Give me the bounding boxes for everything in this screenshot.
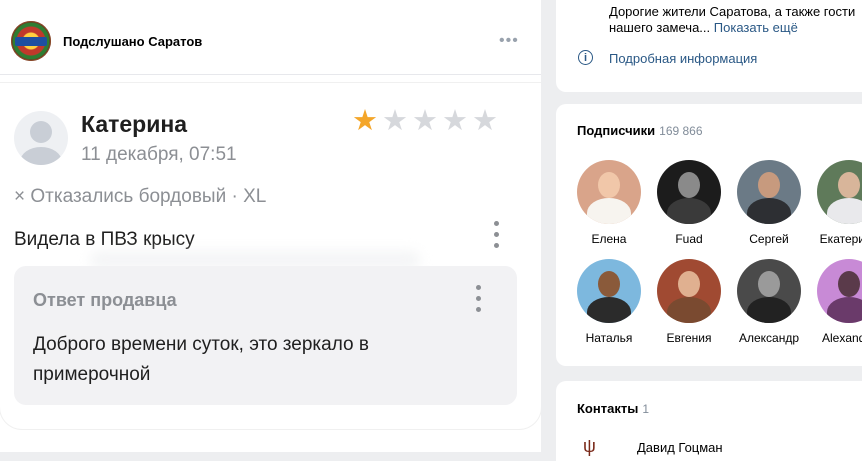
- review-date: 11 декабря, 07:51: [81, 144, 237, 165]
- subscriber-item[interactable]: Евгения: [649, 259, 729, 345]
- review-screenshot: Катерина 11 декабря, 07:51 ★ ★ ★ ★ ★ × Отказ…: [0, 83, 541, 429]
- seller-answer-box: Ответ продавца Доброго времени суток, эт…: [14, 266, 517, 405]
- reviewer-avatar: [14, 111, 68, 165]
- contact-name[interactable]: Давид Гоцман: [637, 440, 723, 455]
- info-icon: i: [578, 50, 593, 65]
- subscriber-name: Екатерина: [819, 232, 862, 246]
- details-link[interactable]: Подробная информация: [609, 51, 757, 66]
- subscriber-avatar: [817, 259, 862, 323]
- star-empty-icon: ★: [472, 105, 498, 137]
- group-logo-banner: [15, 37, 47, 46]
- subscribers-card: Подписчики 169 866 Елена Fuad Сергей Екат…: [556, 104, 862, 366]
- subscribers-header[interactable]: Подписчики 169 866: [577, 123, 703, 138]
- group-description: Дорогие жители Саратова, а также гости н…: [609, 4, 862, 36]
- seller-answer-text: Доброго времени суток, это зеркало в при…: [33, 334, 369, 385]
- star-empty-icon: ★: [382, 105, 408, 137]
- star-filled-icon: ★: [352, 105, 378, 137]
- subscriber-name: Сергей: [749, 232, 789, 246]
- post-menu-icon[interactable]: •••: [499, 33, 519, 49]
- contacts-card: Контакты 1 ψ Давид Гоцман: [556, 381, 862, 461]
- subscriber-name: Елена: [591, 232, 627, 246]
- review-text: Видела в ПВЗ крысу: [14, 229, 195, 250]
- contacts-title: Контакты: [577, 401, 639, 416]
- subscriber-item[interactable]: Екатерина: [809, 160, 862, 246]
- review-more-icon: [492, 221, 500, 253]
- contacts-count: 1: [642, 402, 649, 416]
- show-more-link[interactable]: Показать ещё: [714, 20, 798, 35]
- star-empty-icon: ★: [442, 105, 468, 137]
- subscriber-name: Fuad: [675, 232, 703, 246]
- subscriber-item[interactable]: Елена: [569, 160, 649, 246]
- subscriber-item[interactable]: Alexander: [809, 259, 862, 345]
- post-card: Подслушано Саратов ••• Катерина 11 декаб…: [0, 0, 541, 452]
- subscriber-item[interactable]: Fuad: [649, 160, 729, 246]
- subscriber-name: Наталья: [585, 331, 633, 345]
- subscriber-avatar: [737, 160, 801, 224]
- subscriber-avatar: [577, 160, 641, 224]
- subscriber-item[interactable]: Сергей: [729, 160, 809, 246]
- group-name[interactable]: Подслушано Саратов: [63, 34, 202, 49]
- group-info-card: Дорогие жители Саратова, а также гости н…: [556, 0, 862, 92]
- seller-answer-title: Ответ продавца: [33, 290, 177, 310]
- subscriber-avatar: [657, 160, 721, 224]
- post-header: Подслушано Саратов •••: [0, 0, 541, 75]
- subscriber-avatar: [577, 259, 641, 323]
- subscriber-item[interactable]: Наталья: [569, 259, 649, 345]
- reviewer-name: Катерина: [81, 111, 188, 137]
- subscriber-avatar: [817, 160, 862, 224]
- rating-stars: ★ ★ ★ ★ ★: [352, 107, 498, 136]
- star-empty-icon: ★: [412, 105, 438, 137]
- answer-more-icon: [476, 285, 481, 312]
- subscribers-title: Подписчики: [577, 123, 656, 138]
- subscriber-avatar: [737, 259, 801, 323]
- subscriber-item[interactable]: Александр: [729, 259, 809, 345]
- subscriber-avatar: [657, 259, 721, 323]
- subscriber-name: Евгения: [666, 331, 712, 345]
- subscriber-name: Alexander: [821, 331, 862, 345]
- review-meta: × Отказались бордовый · XL: [14, 186, 267, 207]
- subscriber-name: Александр: [738, 331, 800, 345]
- contacts-header[interactable]: Контакты 1: [577, 401, 649, 416]
- contact-avatar[interactable]: ψ: [583, 437, 619, 457]
- group-avatar[interactable]: [11, 21, 51, 61]
- subscribers-count: 169 866: [659, 124, 703, 138]
